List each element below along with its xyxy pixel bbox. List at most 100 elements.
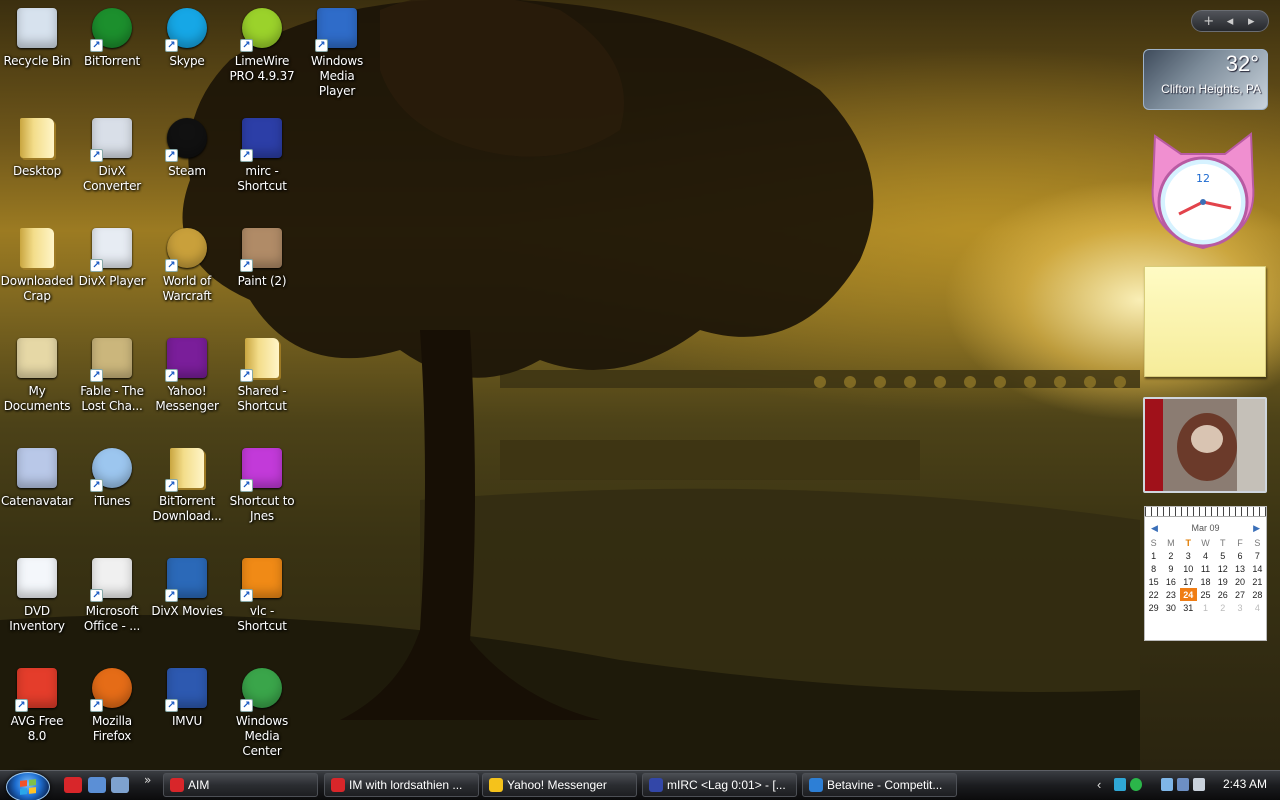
calendar-day[interactable]: 1 bbox=[1197, 601, 1214, 614]
calendar-day[interactable]: 1 bbox=[1145, 549, 1162, 562]
calendar-day[interactable]: 4 bbox=[1249, 601, 1266, 614]
slideshow-gadget[interactable] bbox=[1143, 397, 1267, 493]
notes-gadget[interactable] bbox=[1144, 266, 1266, 377]
desktop-icon[interactable]: ↗ Shared - Shortcut bbox=[225, 332, 299, 414]
sidebar-controls[interactable]: + ◂ ▸ bbox=[1191, 10, 1269, 32]
calendar-day[interactable]: 9 bbox=[1162, 562, 1179, 575]
desktop-icon[interactable]: DVD Inventory bbox=[0, 552, 74, 634]
calendar-day[interactable]: 11 bbox=[1197, 562, 1214, 575]
windows-logo-icon bbox=[20, 779, 36, 795]
desktop-icon[interactable]: ↗ DivX Movies bbox=[150, 552, 224, 619]
calendar-day[interactable]: 27 bbox=[1231, 588, 1248, 601]
desktop-icon[interactable]: ↗ BitTorrent bbox=[75, 2, 149, 69]
calendar-day[interactable]: 19 bbox=[1214, 575, 1231, 588]
desktop-icon[interactable]: ↗ Windows Media Player bbox=[300, 2, 374, 99]
tray-display-icon[interactable] bbox=[1177, 778, 1189, 791]
calendar-day[interactable]: 4 bbox=[1197, 549, 1214, 562]
calendar-day[interactable]: 31 bbox=[1180, 601, 1197, 614]
desktop-icon[interactable]: My Documents bbox=[0, 332, 74, 414]
calendar-day[interactable]: 3 bbox=[1231, 601, 1248, 614]
desktop-icon[interactable]: ↗ DivX Converter bbox=[75, 112, 149, 194]
calendar-day[interactable]: 5 bbox=[1214, 549, 1231, 562]
calendar-day[interactable]: 14 bbox=[1249, 562, 1266, 575]
calendar-day[interactable]: 20 bbox=[1231, 575, 1248, 588]
desktop-icon[interactable]: ↗ DivX Player bbox=[75, 222, 149, 289]
desktop-icon[interactable]: ↗ Fable - The Lost Cha... bbox=[75, 332, 149, 414]
calendar-day[interactable]: 22 bbox=[1145, 588, 1162, 601]
taskbar-button[interactable]: IM with lordsathien ... bbox=[324, 773, 479, 797]
calendar-day[interactable]: 30 bbox=[1162, 601, 1179, 614]
calendar-day[interactable]: 25 bbox=[1197, 588, 1214, 601]
calendar-day[interactable]: 24 bbox=[1179, 588, 1197, 601]
calendar-day[interactable]: 13 bbox=[1231, 562, 1248, 575]
calendar-day[interactable]: 3 bbox=[1180, 549, 1197, 562]
desktop-icon[interactable]: ↗ Shortcut to Jnes bbox=[225, 442, 299, 524]
folder-icon bbox=[13, 224, 61, 272]
desktop-icon[interactable]: ↗ mirc - Shortcut bbox=[225, 112, 299, 194]
tray-network-icon[interactable] bbox=[1114, 778, 1126, 791]
calendar-day[interactable]: 23 bbox=[1162, 588, 1179, 601]
desktop-icon[interactable]: Downloaded Crap bbox=[0, 222, 74, 304]
shortcut-arrow-icon: ↗ bbox=[90, 39, 103, 52]
calendar-day[interactable]: 2 bbox=[1162, 549, 1179, 562]
previous-page-button[interactable]: ◂ bbox=[1219, 14, 1240, 29]
desktop-icon-label: Mozilla Firefox bbox=[92, 714, 132, 743]
calendar-day[interactable]: 12 bbox=[1214, 562, 1231, 575]
desktop-icon[interactable]: ↗ World of Warcraft bbox=[150, 222, 224, 304]
tray-bittorrent-icon[interactable] bbox=[1130, 778, 1142, 791]
calendar-day[interactable]: 6 bbox=[1231, 549, 1248, 562]
taskbar-button[interactable]: AIM bbox=[163, 773, 318, 797]
calendar-day[interactable]: 7 bbox=[1249, 549, 1266, 562]
taskbar-button[interactable]: Betavine - Competit... bbox=[802, 773, 957, 797]
quicklaunch-switch-windows-icon[interactable] bbox=[111, 777, 129, 793]
calendar-day[interactable]: 16 bbox=[1162, 575, 1179, 588]
calendar-weekday: F bbox=[1237, 537, 1243, 548]
start-button[interactable] bbox=[6, 772, 50, 800]
taskbar-clock[interactable]: 2:43 AM bbox=[1223, 777, 1267, 791]
quicklaunch-desktop-icon[interactable] bbox=[88, 777, 106, 793]
image-file-icon bbox=[13, 444, 61, 492]
desktop-icon[interactable]: ↗ IMVU bbox=[150, 662, 224, 729]
desktop-icon[interactable]: ↗ BitTorrent Download... bbox=[150, 442, 224, 524]
calendar-day[interactable]: 26 bbox=[1214, 588, 1231, 601]
desktop-icon[interactable]: ↗ Skype bbox=[150, 2, 224, 69]
desktop-icon[interactable]: ↗ Yahoo! Messenger bbox=[150, 332, 224, 414]
desktop-icon-label: vlc - Shortcut bbox=[237, 604, 287, 633]
tray-volume-icon[interactable] bbox=[1193, 778, 1205, 791]
desktop-icon[interactable]: ↗ AVG Free 8.0 bbox=[0, 662, 74, 744]
next-page-button[interactable]: ▸ bbox=[1241, 14, 1262, 29]
calendar-day[interactable]: 29 bbox=[1145, 601, 1162, 614]
desktop-icon[interactable]: ↗ Microsoft Office - ... bbox=[75, 552, 149, 634]
calendar-day[interactable]: 28 bbox=[1249, 588, 1266, 601]
calendar-day[interactable]: 10 bbox=[1180, 562, 1197, 575]
calendar-day[interactable]: 2 bbox=[1214, 601, 1231, 614]
calendar-day[interactable]: 17 bbox=[1180, 575, 1197, 588]
calendar-day[interactable]: 18 bbox=[1197, 575, 1214, 588]
tray-safely-remove-icon[interactable] bbox=[1161, 778, 1173, 791]
calendar-day[interactable]: 15 bbox=[1145, 575, 1162, 588]
calendar-day[interactable]: 8 bbox=[1145, 562, 1162, 575]
desktop-icon[interactable]: Desktop bbox=[0, 112, 74, 179]
taskbar-button[interactable]: Yahoo! Messenger bbox=[482, 773, 637, 797]
desktop-icon[interactable]: ↗ Mozilla Firefox bbox=[75, 662, 149, 744]
quicklaunch-overflow-chevron[interactable]: » bbox=[144, 773, 151, 787]
weather-gadget[interactable]: 32° Clifton Heights, PA bbox=[1143, 49, 1268, 110]
calendar-gadget[interactable]: ◀ Mar 09 ▶ SMTWTFS 1 2 3 4 5 6 7 8 9 10 11 12 13 14 15… bbox=[1144, 506, 1267, 641]
calendar-next-icon[interactable]: ▶ bbox=[1253, 523, 1260, 534]
desktop-icon[interactable]: ↗ iTunes bbox=[75, 442, 149, 509]
desktop-icon[interactable]: Recycle Bin bbox=[0, 2, 74, 69]
clock-gadget[interactable]: 12 bbox=[1143, 124, 1263, 254]
shortcut-arrow-icon: ↗ bbox=[90, 369, 103, 382]
calendar-day[interactable]: 21 bbox=[1249, 575, 1266, 588]
add-gadget-button[interactable]: + bbox=[1198, 14, 1219, 29]
desktop-icon[interactable]: ↗ LimeWire PRO 4.9.37 bbox=[225, 2, 299, 84]
desktop-icon[interactable]: ↗ Steam bbox=[150, 112, 224, 179]
desktop-icon[interactable]: Catenavatar bbox=[0, 442, 74, 509]
calendar-prev-icon[interactable]: ◀ bbox=[1151, 523, 1158, 534]
desktop-icon[interactable]: ↗ vlc - Shortcut bbox=[225, 552, 299, 634]
desktop-icon[interactable]: ↗ Windows Media Center bbox=[225, 662, 299, 759]
show-hidden-icons-button[interactable]: ‹ bbox=[1097, 777, 1101, 792]
desktop-icon[interactable]: ↗ Paint (2) bbox=[225, 222, 299, 289]
taskbar-button[interactable]: mIRC <Lag 0:01> - [... bbox=[642, 773, 797, 797]
quicklaunch-aim-icon[interactable] bbox=[64, 777, 82, 793]
